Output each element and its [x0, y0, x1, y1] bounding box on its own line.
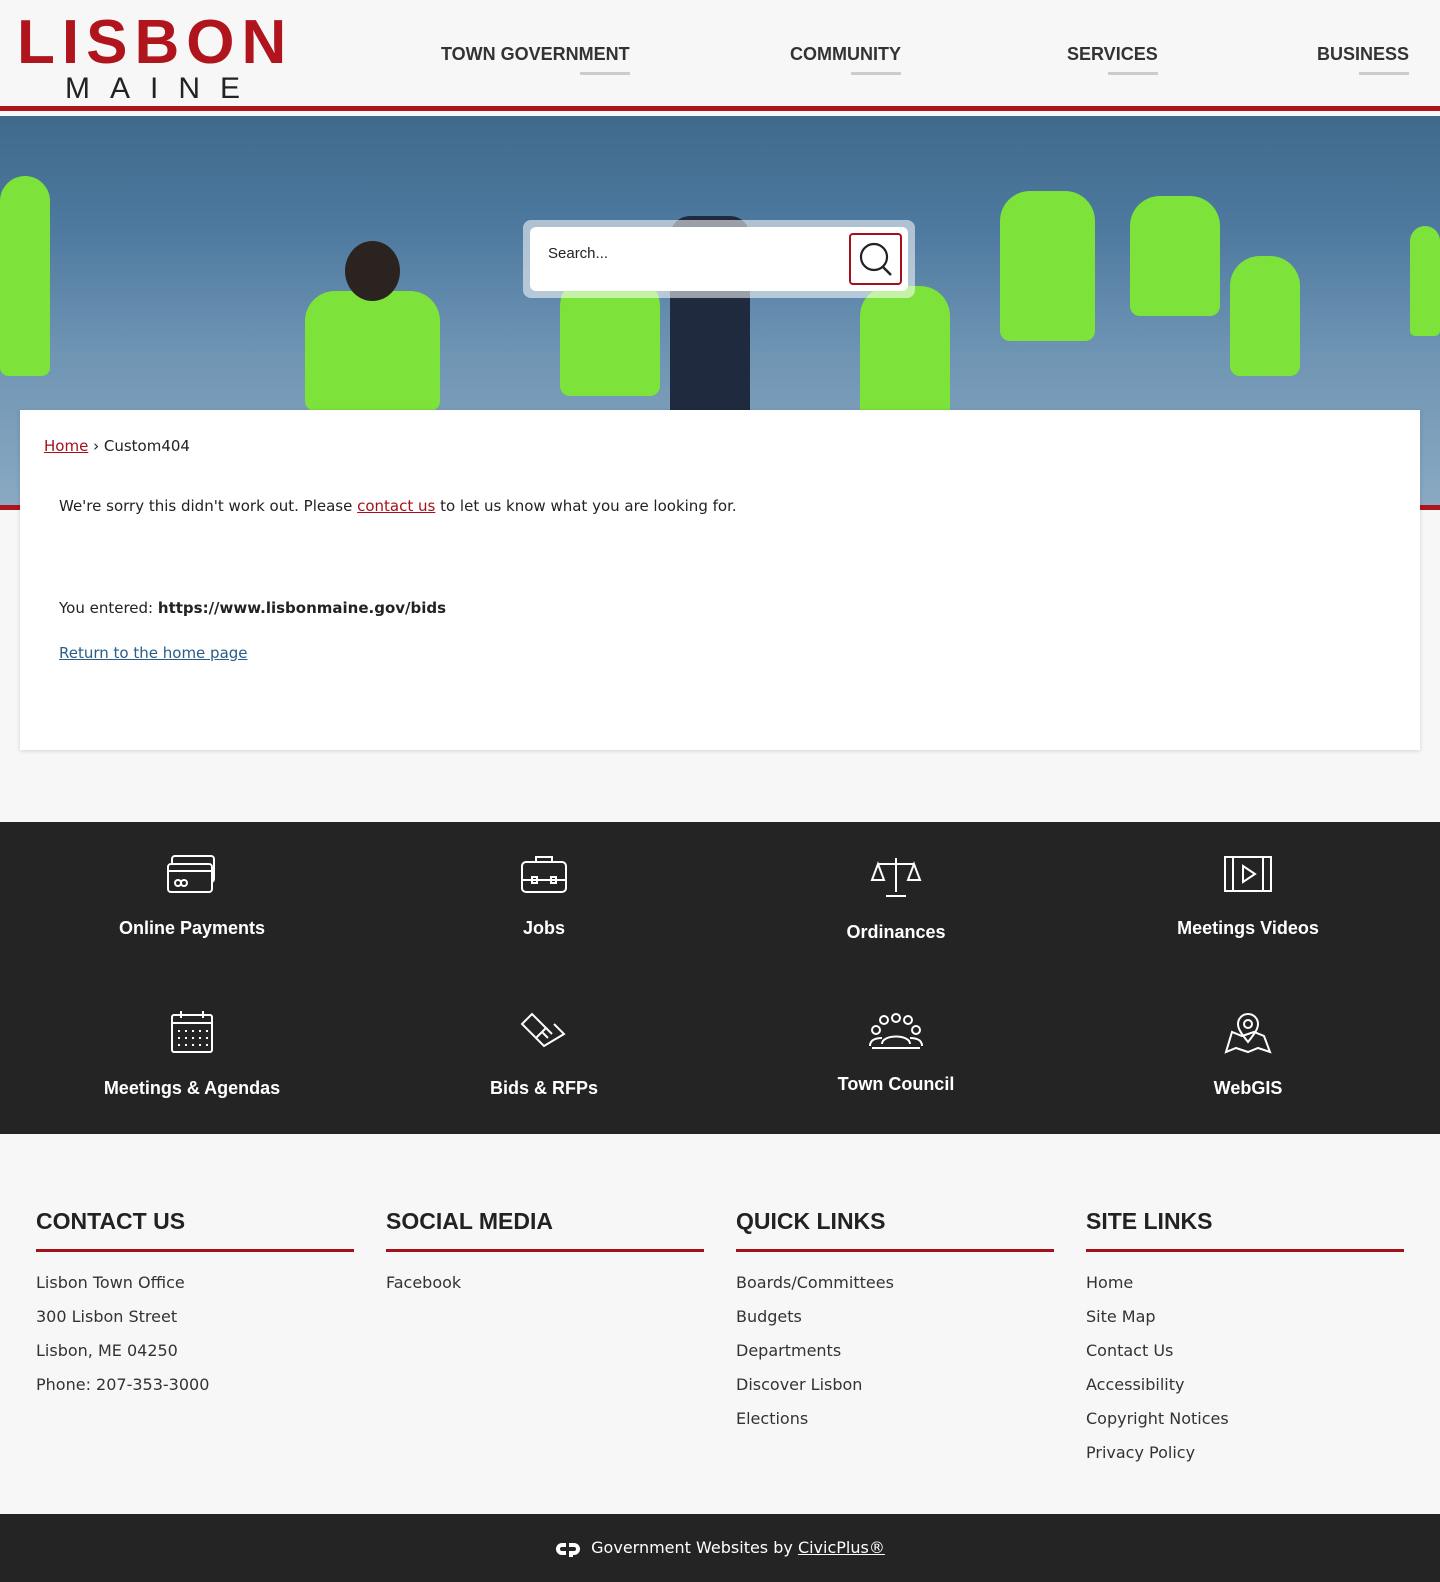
- quick-link-ordinances[interactable]: Ordinances: [720, 854, 1072, 943]
- search-bar: [523, 220, 915, 298]
- facebook-link[interactable]: Facebook: [386, 1272, 704, 1294]
- quick-link-meetings-agendas[interactable]: Meetings & Agendas: [16, 1010, 368, 1099]
- briefcase-icon: [521, 856, 567, 893]
- footer-link[interactable]: Site Map: [1086, 1306, 1404, 1328]
- footer-site-links: SITE LINKS Home Site Map Contact Us Acce…: [1086, 1208, 1404, 1476]
- map-pin-icon: [1224, 1013, 1272, 1054]
- footer-link[interactable]: Contact Us: [1086, 1340, 1404, 1362]
- footer-social-media: SOCIAL MEDIA Facebook: [386, 1208, 704, 1306]
- footer-link[interactable]: Boards/Committees: [736, 1272, 1054, 1294]
- breadcrumb: Home › Custom404: [44, 437, 190, 455]
- civicplus-logo-icon: [556, 1542, 581, 1557]
- quick-link-webgis[interactable]: WebGIS: [1072, 1010, 1424, 1099]
- group-icon: [869, 1013, 923, 1049]
- film-icon: [1224, 856, 1272, 892]
- handshake-icon: [520, 1012, 566, 1048]
- footer-link[interactable]: Budgets: [736, 1306, 1054, 1328]
- footer-link[interactable]: Accessibility: [1086, 1374, 1404, 1396]
- search-icon: [859, 242, 892, 276]
- error-message: We're sorry this didn't work out. Please…: [59, 497, 737, 515]
- nav-business[interactable]: BUSINESS: [1317, 44, 1410, 75]
- footer-link[interactable]: Discover Lisbon: [736, 1374, 1054, 1396]
- site-header: LISBON MAINE TOWN GOVERNMENT COMMUNITY S…: [0, 0, 1440, 111]
- civicplus-link[interactable]: CivicPlus®: [798, 1538, 885, 1557]
- quick-link-bids-rfps[interactable]: Bids & RFPs: [368, 1010, 720, 1099]
- breadcrumb-home[interactable]: Home: [44, 437, 88, 455]
- lisbon-maine-logo[interactable]: LISBON MAINE: [17, 12, 286, 104]
- footer-link[interactable]: Privacy Policy: [1086, 1442, 1404, 1464]
- calendar-icon: [171, 1011, 213, 1053]
- quick-links-bar: Online Payments Jobs Ordinances Meetings…: [0, 822, 1440, 1134]
- quick-link-meetings-videos[interactable]: Meetings Videos: [1072, 854, 1424, 939]
- footer-link[interactable]: Elections: [736, 1408, 1054, 1430]
- quick-link-jobs[interactable]: Jobs: [368, 854, 720, 939]
- nav-community[interactable]: COMMUNITY: [790, 44, 901, 75]
- nav-services[interactable]: SERVICES: [1067, 44, 1158, 75]
- footer-quick-links: QUICK LINKS Boards/Committees Budgets De…: [736, 1208, 1054, 1442]
- search-button[interactable]: [849, 233, 902, 285]
- quick-link-online-payments[interactable]: Online Payments: [16, 854, 368, 939]
- content-card: Home › Custom404 We're sorry this didn't…: [20, 410, 1420, 750]
- footer-link[interactable]: Copyright Notices: [1086, 1408, 1404, 1430]
- quick-link-town-council[interactable]: Town Council: [720, 1010, 1072, 1095]
- footer-link[interactable]: Home: [1086, 1272, 1404, 1294]
- footer-contact-us: CONTACT US Lisbon Town Office 300 Lisbon …: [36, 1208, 354, 1408]
- entered-url: You entered: https://www.lisbonmaine.gov…: [59, 599, 447, 617]
- civicplus-credit: Government Websites by CivicPlus®: [0, 1514, 1440, 1582]
- credit-card-icon: [167, 855, 215, 893]
- contact-us-link[interactable]: contact us: [357, 497, 435, 515]
- search-input[interactable]: [548, 245, 838, 262]
- return-home-link[interactable]: Return to the home page: [59, 644, 248, 662]
- footer-link[interactable]: Departments: [736, 1340, 1054, 1362]
- nav-town-government[interactable]: TOWN GOVERNMENT: [441, 44, 630, 75]
- scales-icon: [870, 858, 922, 897]
